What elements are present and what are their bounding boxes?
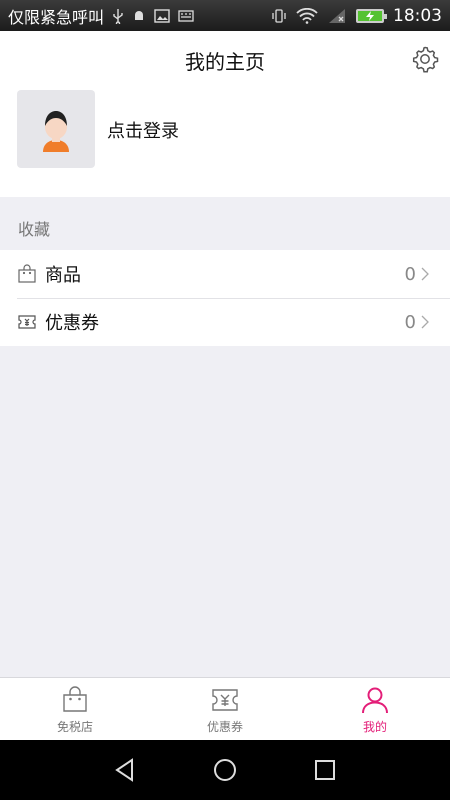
- usb-icon: [112, 8, 124, 24]
- system-navigation-bar: [0, 740, 450, 800]
- tab-coupons[interactable]: 优惠券: [150, 678, 300, 740]
- recent-apps-icon[interactable]: [312, 757, 338, 783]
- image-icon: [154, 8, 170, 23]
- favorites-list: 商品 0 优惠券 0: [0, 250, 450, 346]
- default-avatar-icon: [43, 111, 69, 152]
- bottom-tab-bar: 免税店 优惠券 我的: [0, 677, 450, 740]
- tab-mine[interactable]: 我的: [300, 678, 450, 740]
- home-icon[interactable]: [212, 757, 238, 783]
- tab-duty-free-shop[interactable]: 免税店: [0, 678, 150, 740]
- login-prompt[interactable]: 点击登录: [107, 117, 179, 143]
- android-icon: [132, 9, 146, 23]
- emergency-calls-text: 仅限紧急呼叫: [8, 7, 105, 27]
- shopping-bag-icon: [18, 264, 36, 283]
- page-header: 我的主页: [0, 31, 450, 89]
- page-title: 我的主页: [185, 49, 265, 74]
- favorites-goods-label: 商品: [45, 265, 81, 286]
- profile-section[interactable]: 点击登录: [0, 89, 450, 197]
- shopping-bag-icon: [63, 686, 87, 712]
- back-icon[interactable]: [112, 757, 138, 783]
- battery-icon: [356, 8, 387, 23]
- tab-mine-label: 我的: [362, 720, 387, 734]
- tab-duty-free-shop-label: 免税店: [56, 720, 93, 734]
- person-icon: [362, 687, 388, 714]
- favorites-coupons-label: 优惠券: [45, 313, 99, 334]
- favorites-coupons-count: 0: [404, 311, 416, 333]
- favorites-coupons-row[interactable]: 优惠券 0: [0, 298, 450, 346]
- favorites-goods-row[interactable]: 商品 0: [0, 250, 450, 298]
- status-bar: 仅限紧急呼叫 18:03: [0, 0, 450, 31]
- chevron-right-icon: [421, 267, 429, 281]
- signal-icon: [327, 8, 347, 24]
- favorites-goods-count: 0: [404, 263, 416, 285]
- coupon-icon: [18, 315, 36, 329]
- favorites-section-label: 收藏: [18, 220, 51, 239]
- avatar[interactable]: [17, 90, 95, 168]
- tab-coupons-label: 优惠券: [206, 720, 243, 734]
- chevron-right-icon: [421, 315, 429, 329]
- vibrate-icon: [271, 8, 287, 24]
- wifi-icon: [296, 7, 318, 24]
- keyboard-icon: [178, 9, 194, 22]
- settings-gear-icon[interactable]: [411, 45, 439, 73]
- coupon-icon: [212, 689, 238, 711]
- clock: 18:03: [393, 5, 442, 26]
